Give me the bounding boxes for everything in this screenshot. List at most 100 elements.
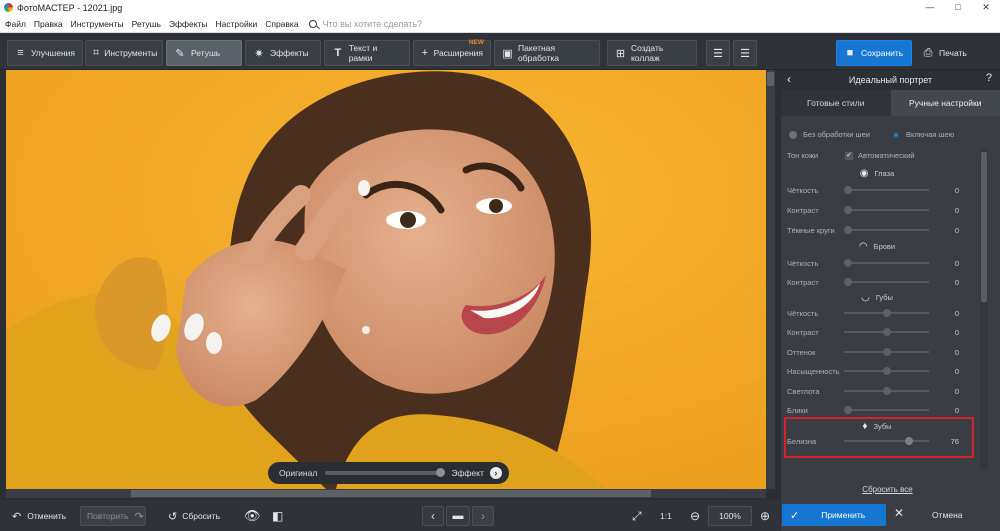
save-button[interactable]: ■ Сохранить — [836, 40, 912, 66]
slider-knob[interactable] — [844, 406, 853, 414]
menu-edit[interactable]: Правка — [34, 19, 63, 29]
improve-button[interactable]: ≡ Улучшения — [7, 40, 83, 66]
compare-knob[interactable] — [435, 468, 445, 477]
slider-row[interactable]: Контраст 0 — [787, 203, 967, 217]
preview-eye-icon[interactable]: 👁 — [238, 506, 267, 526]
slider-knob[interactable] — [882, 348, 891, 356]
slider-knob[interactable] — [844, 259, 853, 267]
scroll-thumb[interactable] — [981, 152, 987, 302]
slider-row[interactable]: Чёткость 0 — [787, 306, 967, 320]
slider-track[interactable] — [844, 259, 929, 267]
slider-track[interactable] — [844, 328, 929, 336]
compare-track[interactable] — [325, 468, 445, 477]
slider-knob[interactable] — [882, 309, 891, 317]
menu-help[interactable]: Справка — [265, 19, 298, 29]
apply-button[interactable]: ✓ Применить — [782, 504, 886, 526]
reset-button[interactable]: ↺ Сбросить — [162, 506, 226, 526]
vertical-scrollbar[interactable] — [766, 70, 775, 489]
slider-row[interactable]: Контраст 0 — [787, 275, 967, 289]
slider-track[interactable] — [844, 278, 929, 286]
open-folder-button[interactable]: ▬ — [446, 506, 470, 526]
close-icon[interactable]: ✕ — [894, 506, 904, 520]
grid-icon: ⊞ — [615, 47, 626, 60]
slider-row[interactable]: Чёткость 0 — [787, 256, 967, 270]
before-after-slider[interactable]: Оригинал Эффект › — [268, 462, 509, 484]
radio-with-neck[interactable]: Включая шею — [892, 130, 954, 139]
menu-tools[interactable]: Инструменты — [71, 19, 124, 29]
slider-track[interactable] — [844, 406, 929, 414]
undo-button[interactable]: ↶ Отменить — [6, 506, 72, 526]
slider-track[interactable] — [844, 206, 929, 214]
cancel-button[interactable]: Отмена — [932, 510, 963, 520]
back-arrow-icon[interactable]: ‹ — [787, 72, 791, 86]
scroll-thumb[interactable] — [767, 72, 774, 86]
skin-tone-label: Тон кожи — [787, 151, 818, 160]
effects-button[interactable]: ✷ Эффекты — [245, 40, 321, 66]
slider-knob[interactable] — [882, 328, 891, 336]
effect-label: Эффект — [451, 468, 484, 478]
radio-no-neck[interactable]: Без обработки шеи — [789, 130, 870, 139]
zoom-field[interactable]: 100% — [708, 506, 752, 526]
slider-knob[interactable] — [882, 387, 891, 395]
horizontal-scrollbar[interactable] — [6, 489, 766, 498]
redo-button[interactable]: Повторить ↷ — [80, 506, 146, 526]
menu-file[interactable]: Файл — [5, 19, 26, 29]
scroll-thumb[interactable] — [131, 490, 651, 497]
list-add-button[interactable]: ☰ — [706, 40, 730, 66]
tab-manual-settings[interactable]: Ручные настройки — [890, 90, 1000, 116]
slider-row[interactable]: Контраст 0 — [787, 325, 967, 339]
panel-scrollbar[interactable] — [980, 150, 988, 470]
slider-track[interactable] — [844, 367, 929, 375]
next-image-button[interactable]: › — [472, 506, 494, 526]
tab-ready-styles[interactable]: Готовые стили — [781, 90, 891, 116]
slider-track[interactable] — [844, 387, 929, 395]
slider-row[interactable]: Оттенок 0 — [787, 345, 967, 359]
slider-knob[interactable] — [844, 186, 853, 194]
slider-track[interactable] — [844, 226, 929, 234]
zoom-out-icon[interactable]: ⊖ — [684, 506, 706, 526]
slider-label: Чёткость — [787, 185, 819, 195]
maximize-icon[interactable]: □ — [944, 0, 972, 15]
menu-settings[interactable]: Настройки — [216, 19, 258, 29]
print-button[interactable]: ⎙ Печать — [915, 40, 985, 66]
slider-row[interactable]: Тёмные круги 0 — [787, 223, 967, 237]
help-icon[interactable]: ? — [986, 72, 992, 84]
photo-canvas[interactable]: Оригинал Эффект › — [6, 70, 766, 489]
batch-button[interactable]: ▣ Пакетная обработка — [494, 40, 600, 66]
auto-skin-checkbox[interactable]: ✓ Автоматический — [845, 151, 915, 160]
list-info-button[interactable]: ☰ — [733, 40, 757, 66]
slider-knob[interactable] — [882, 367, 891, 375]
menu-retouch[interactable]: Ретушь — [132, 19, 161, 29]
slider-track[interactable] — [844, 186, 929, 194]
slider-row[interactable]: Светлота 0 — [787, 384, 967, 398]
extensions-button[interactable]: + Расширения NEW — [413, 39, 491, 66]
menu-search[interactable]: Что вы хотите сделать? — [308, 19, 422, 29]
close-window-icon[interactable]: ✕ — [972, 0, 1000, 15]
prev-image-button[interactable]: ‹ — [422, 506, 444, 526]
chevron-right-icon[interactable]: › — [489, 467, 502, 479]
slider-track[interactable] — [844, 309, 929, 317]
slider-row[interactable]: Насыщенность 0 — [787, 364, 967, 378]
slider-row[interactable]: Блики 0 — [787, 403, 967, 417]
reset-all-link[interactable]: Сбросить все — [781, 485, 994, 494]
magic-wand-icon: ✷ — [254, 47, 264, 60]
zoom-in-icon[interactable]: ⊕ — [754, 506, 776, 526]
text-frames-button[interactable]: T Текст и рамки — [324, 40, 410, 66]
one-to-one-button[interactable]: 1:1 — [654, 506, 678, 526]
slider-track[interactable] — [844, 348, 929, 356]
retouch-button[interactable]: ✎ Ретушь — [166, 40, 242, 66]
slider-knob[interactable] — [844, 206, 853, 214]
slider-knob[interactable] — [844, 278, 853, 286]
slider-value: 0 — [954, 347, 959, 357]
slider-knob[interactable] — [844, 226, 853, 234]
menu-effects[interactable]: Эффекты — [169, 19, 208, 29]
compare-split-icon[interactable]: ◧ — [266, 506, 289, 526]
minimize-icon[interactable]: — — [916, 0, 944, 15]
slider-row[interactable]: Чёткость 0 — [787, 183, 967, 197]
collage-button[interactable]: ⊞ Создать коллаж — [607, 40, 697, 66]
panel-title: Идеальный портрет — [848, 75, 933, 85]
list-add-icon: ☰ — [713, 47, 723, 60]
tools-button[interactable]: ⌗ Инструменты — [85, 40, 163, 66]
fit-screen-icon[interactable]: ⤢ — [626, 506, 648, 526]
window-title: ФотоМАСТЕР - 12021.jpg — [17, 2, 123, 13]
